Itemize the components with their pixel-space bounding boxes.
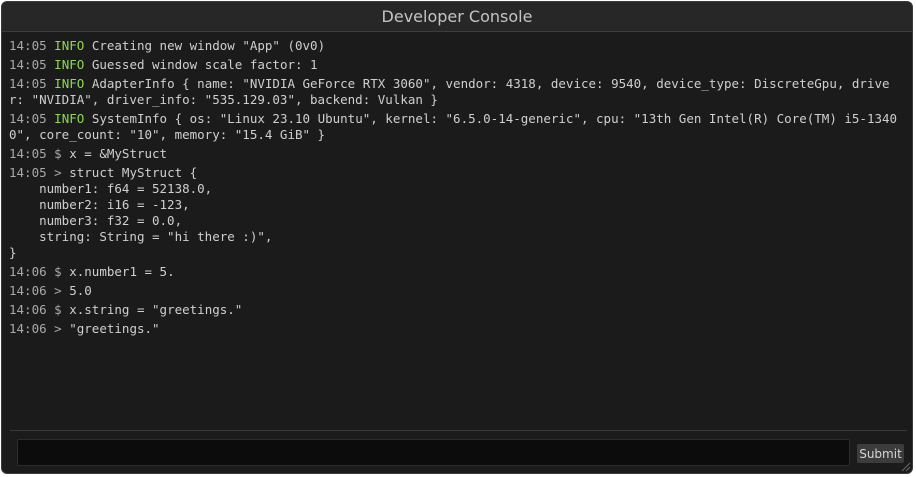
log-entry-info: 14:05 INFO SystemInfo { os: "Linux 23.10… <box>9 111 902 143</box>
console-log[interactable]: 14:05 INFO Creating new window "App" (0v… <box>9 38 902 340</box>
log-message: Guessed window scale factor: 1 <box>91 57 318 72</box>
log-message: AdapterInfo { name: "NVIDIA GeForce RTX … <box>9 76 890 107</box>
prompt-symbol: $ <box>54 146 62 161</box>
log-entry-command: 14:06 > "greetings." <box>9 321 902 337</box>
log-level: INFO <box>54 111 85 126</box>
log-message: struct MyStruct { number1: f64 = 52138.0… <box>9 165 273 260</box>
log-level: INFO <box>54 57 85 72</box>
prompt-symbol: > <box>54 321 62 336</box>
timestamp: 14:05 <box>9 76 47 91</box>
log-message: SystemInfo { os: "Linux 23.10 Ubuntu", k… <box>9 111 898 142</box>
log-entry-command: 14:05 > struct MyStruct { number1: f64 =… <box>9 165 902 261</box>
resize-grip-icon[interactable] <box>899 460 911 472</box>
timestamp: 14:05 <box>9 111 47 126</box>
window-title: Developer Console <box>381 7 533 26</box>
prompt-symbol: > <box>54 283 62 298</box>
timestamp: 14:06 <box>9 264 47 279</box>
log-entry-command: 14:06 > 5.0 <box>9 283 902 299</box>
timestamp: 14:05 <box>9 57 47 72</box>
divider <box>10 430 907 431</box>
timestamp: 14:05 <box>9 146 47 161</box>
prompt-symbol: $ <box>54 264 62 279</box>
timestamp: 14:06 <box>9 321 47 336</box>
title-bar[interactable]: Developer Console <box>2 2 912 32</box>
log-entry-info: 14:05 INFO AdapterInfo { name: "NVIDIA G… <box>9 76 902 108</box>
log-entry-command: 14:06 $ x.number1 = 5. <box>9 264 902 280</box>
log-message: "greetings." <box>69 321 160 336</box>
log-entry-info: 14:05 INFO Guessed window scale factor: … <box>9 57 902 73</box>
developer-console-window: Developer Console 14:05 INFO Creating ne… <box>1 1 913 474</box>
log-message: x = &MyStruct <box>69 146 168 161</box>
timestamp: 14:05 <box>9 38 47 53</box>
log-entry-command: 14:05 $ x = &MyStruct <box>9 146 902 162</box>
submit-button[interactable]: Submit <box>857 444 904 463</box>
timestamp: 14:05 <box>9 165 47 180</box>
prompt-symbol: > <box>54 165 62 180</box>
log-level: INFO <box>54 38 85 53</box>
log-message: 5.0 <box>69 283 92 298</box>
log-message: Creating new window "App" (0v0) <box>91 38 326 53</box>
log-entry-info: 14:05 INFO Creating new window "App" (0v… <box>9 38 902 54</box>
log-message: x.string = "greetings." <box>69 302 243 317</box>
log-message: x.number1 = 5. <box>69 264 175 279</box>
prompt-symbol: $ <box>54 302 62 317</box>
log-entry-command: 14:06 $ x.string = "greetings." <box>9 302 902 318</box>
timestamp: 14:06 <box>9 283 47 298</box>
log-level: INFO <box>54 76 85 91</box>
command-input[interactable] <box>17 439 850 466</box>
timestamp: 14:06 <box>9 302 47 317</box>
